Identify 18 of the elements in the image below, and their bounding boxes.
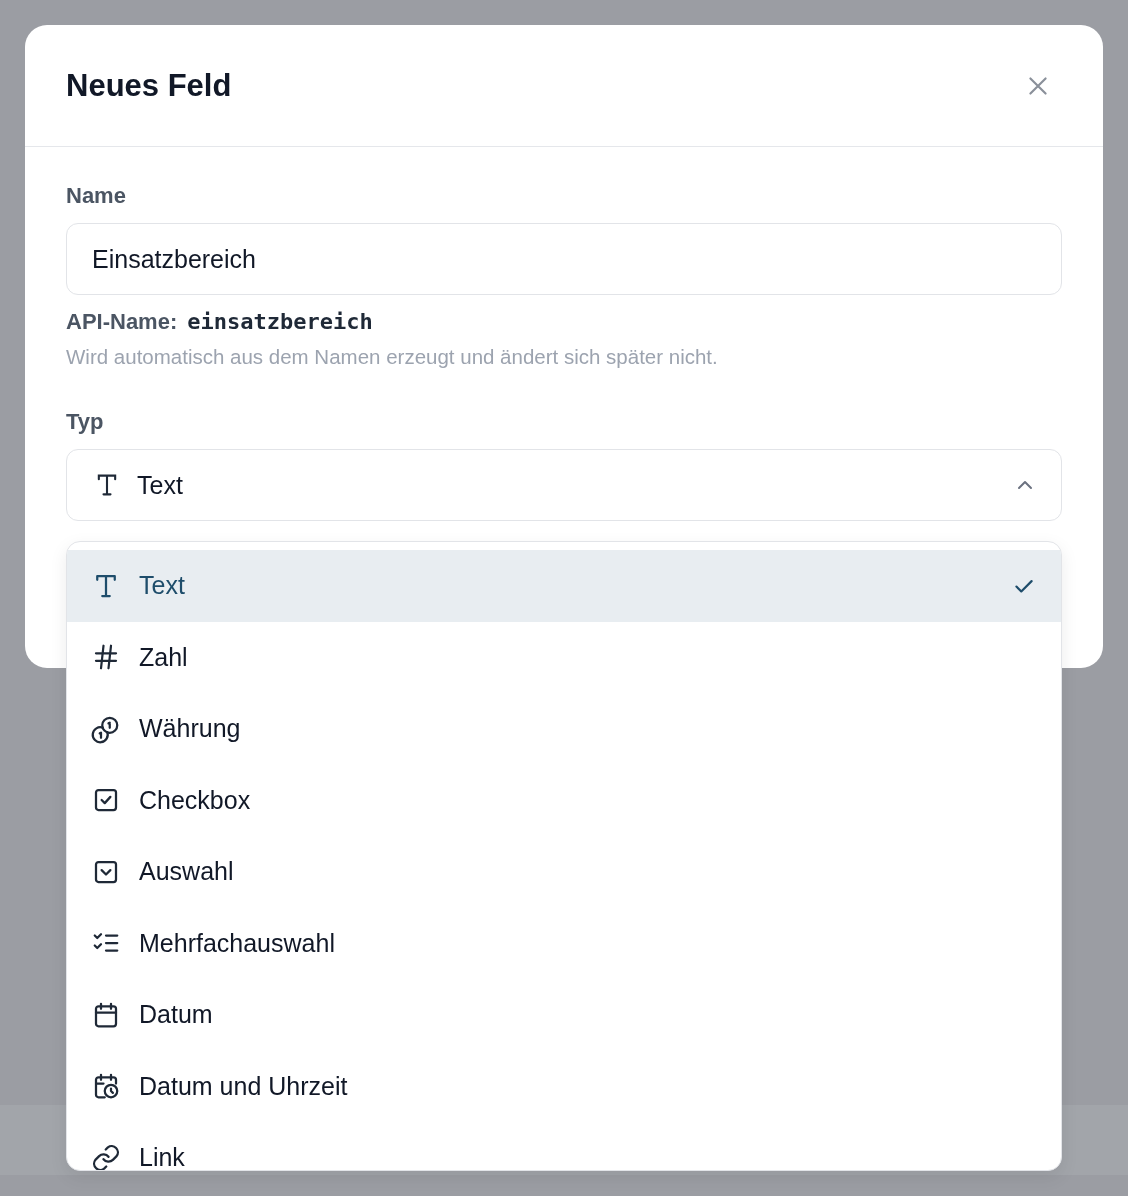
type-option[interactable]: Währung: [67, 693, 1061, 765]
type-option[interactable]: Datum: [67, 979, 1061, 1051]
type-option[interactable]: Datum und Uhrzeit: [67, 1050, 1061, 1122]
type-option[interactable]: Text: [67, 550, 1061, 622]
dialog-title: Neues Feld: [66, 67, 232, 104]
api-name-value: einsatzbereich: [187, 309, 373, 334]
field-label: Name: [66, 183, 127, 209]
field-label: Typ: [66, 409, 105, 435]
type-option[interactable]: Checkbox: [67, 764, 1061, 836]
link-icon: [91, 1142, 121, 1170]
type-select[interactable]: Text: [66, 449, 1062, 521]
api-name-label: API-Name:: [66, 309, 178, 335]
type-option[interactable]: Zahl: [67, 621, 1061, 693]
name-field[interactable]: Einsatzbereich: [66, 223, 1062, 295]
type-option[interactable]: Auswahl: [67, 836, 1061, 908]
type-option[interactable]: Mehrfachauswahl: [67, 907, 1061, 979]
help-text: Wird automatisch aus dem Namen erzeugt und ändert sich später nicht.: [66, 345, 719, 369]
type-option[interactable]: Link: [67, 1122, 1061, 1170]
